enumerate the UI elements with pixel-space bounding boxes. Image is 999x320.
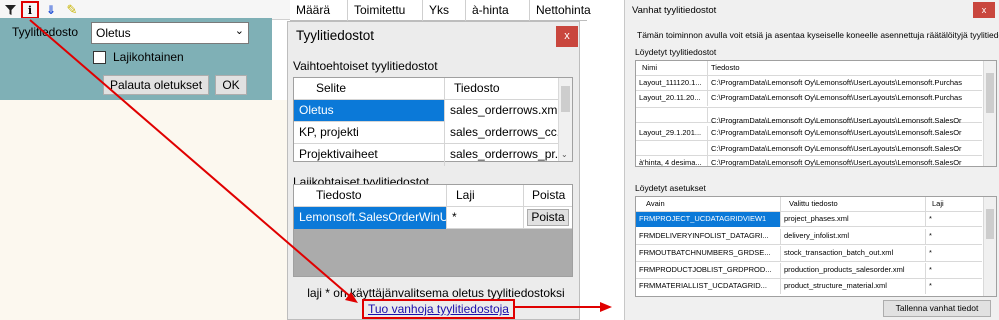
arrow-line-1 (29, 19, 353, 299)
annotation-arrows (29, 19, 612, 312)
arrow-head-2 (600, 302, 612, 312)
